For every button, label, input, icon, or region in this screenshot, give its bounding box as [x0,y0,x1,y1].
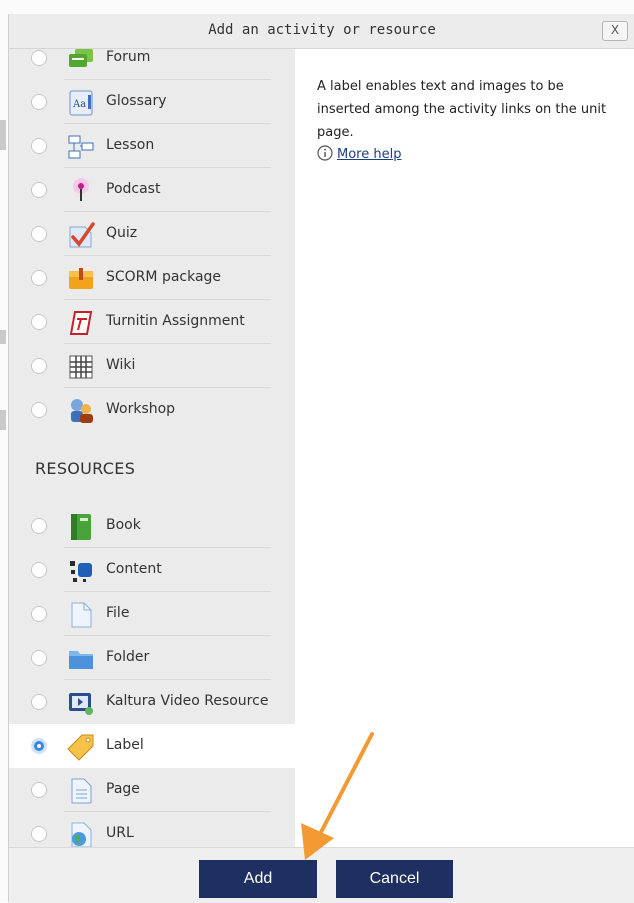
list-item[interactable]: Workshop [9,388,295,432]
list-item[interactable]: Folder [9,636,295,680]
radio-button[interactable] [31,138,47,154]
radio-button[interactable] [31,826,47,842]
file-icon [71,602,92,628]
lesson-icon [68,135,94,159]
list-item[interactable]: Aa Glossary [9,80,295,124]
radio-button[interactable] [31,694,47,710]
item-label: File [106,605,130,621]
list-item[interactable]: Wiki [9,344,295,388]
list-item[interactable]: SCORM package [9,256,295,300]
radio-button[interactable] [31,782,47,798]
backdrop-edge [0,410,6,430]
module-description: A label enables text and images to be in… [317,79,607,140]
dialog-title: Add an activity or resource [208,22,436,38]
page-icon [71,778,92,804]
close-icon: X [610,23,620,37]
item-label: Quiz [106,225,138,241]
svg-text:Aa: Aa [72,99,86,110]
item-label: Workshop [106,401,176,417]
item-label: Content [106,561,162,577]
list-item[interactable]: Book [9,504,295,548]
list-item-selected[interactable]: Label [9,724,295,768]
radio-button[interactable] [31,226,47,242]
add-button[interactable]: Add [199,860,317,898]
list-item[interactable]: Forum [9,49,295,80]
add-activity-dialog: Add an activity or resource X Forum Aa G… [8,14,634,903]
more-help-link[interactable]: More help [317,145,401,162]
book-icon [71,514,91,540]
item-label: Glossary [106,93,167,109]
item-label: Page [106,781,140,797]
item-label: Lesson [106,137,155,153]
radio-button-selected[interactable] [31,738,47,754]
item-label: Turnitin Assignment [106,313,245,329]
item-label: Kaltura Video Resource [106,693,269,709]
dialog-footer: Add Cancel [9,847,634,903]
list-item[interactable]: Turnitin Assignment [9,300,295,344]
help-panel: A label enables text and images to be in… [296,49,634,847]
radio-button[interactable] [31,270,47,286]
forum-icon [69,49,93,67]
kaltura-icon [69,693,93,715]
turnitin-icon [69,311,93,335]
list-item[interactable]: Page [9,768,295,812]
close-button[interactable]: X [602,21,628,41]
section-heading-resources: RESOURCES [35,459,136,478]
radio-button[interactable] [31,358,47,374]
item-label: Wiki [106,357,136,373]
item-label: Forum [106,49,151,65]
label-icon [67,734,94,761]
wiki-icon [69,355,93,379]
info-icon [317,145,333,161]
list-item[interactable]: Podcast [9,168,295,212]
cancel-button[interactable]: Cancel [336,860,453,898]
more-help-text: More help [337,147,402,162]
backdrop-edge [0,120,6,150]
radio-button[interactable] [31,50,47,66]
list-item[interactable]: Quiz [9,212,295,256]
workshop-icon [71,399,93,423]
backdrop-edge [0,330,6,344]
list-item[interactable]: File [9,592,295,636]
radio-button[interactable] [31,182,47,198]
item-label: SCORM package [106,269,222,285]
item-label: URL [106,825,134,841]
content-icon [70,561,92,582]
radio-button[interactable] [31,314,47,330]
folder-icon [69,651,93,669]
dialog-titlebar: Add an activity or resource X [9,14,634,49]
quiz-icon [69,222,95,248]
list-item[interactable]: URL [9,812,295,847]
list-item[interactable]: Kaltura Video Resource [9,680,295,724]
item-label: Label [106,737,144,753]
url-icon [71,822,92,847]
radio-button[interactable] [31,94,47,110]
list-item[interactable]: Content [9,548,295,592]
list-item[interactable]: Lesson [9,124,295,168]
radio-button[interactable] [31,518,47,534]
radio-button[interactable] [31,402,47,418]
podcast-icon [73,178,89,201]
radio-button[interactable] [31,650,47,666]
item-label: Folder [106,649,150,665]
item-label: Podcast [106,181,161,197]
item-label: Book [106,517,141,533]
module-list[interactable]: Forum Aa Glossary Lesson Podcast Quiz SC… [9,49,295,847]
radio-button[interactable] [31,606,47,622]
radio-button[interactable] [31,562,47,578]
glossary-icon: Aa [69,90,93,116]
scorm-icon [69,268,93,289]
